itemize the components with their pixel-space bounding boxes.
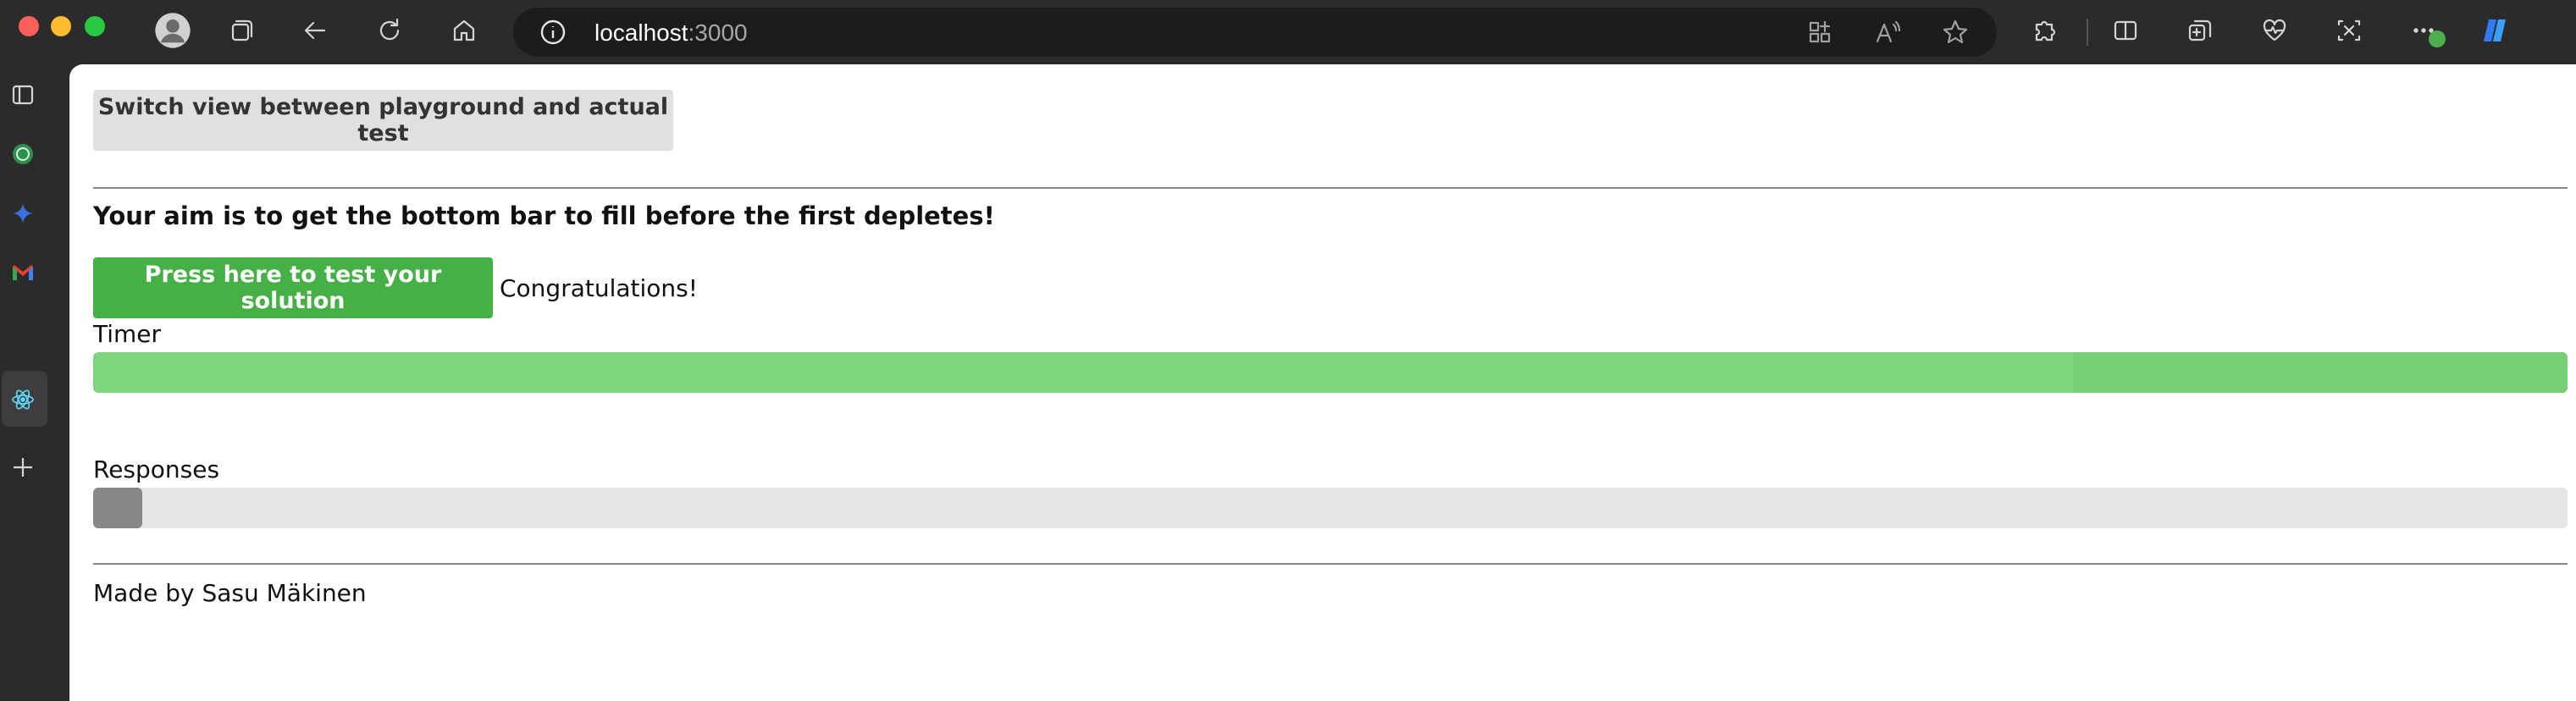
gmail-icon[interactable] (6, 256, 40, 290)
whatsapp-icon[interactable] (6, 137, 40, 171)
split-screen-icon[interactable] (2107, 12, 2144, 49)
timer-label: Timer (93, 320, 162, 348)
collections-icon[interactable] (2181, 12, 2219, 49)
home-icon[interactable] (445, 12, 483, 49)
add-icon[interactable] (6, 450, 40, 484)
browser-toolbar: localhost:3000 (0, 0, 2576, 64)
heartbeat-icon[interactable] (2256, 12, 2293, 49)
status-message: Congratulations! (500, 274, 698, 302)
puzzle-icon[interactable] (2026, 12, 2063, 49)
responses-label: Responses (93, 455, 220, 483)
responses-progress-bar (93, 488, 2568, 528)
react-icon[interactable] (6, 383, 40, 417)
maximize-window-button[interactable] (85, 16, 105, 36)
timer-progress-fill (93, 352, 2568, 393)
minimize-window-button[interactable] (51, 16, 71, 36)
star-icon[interactable] (1941, 18, 1971, 48)
page-viewport: Switch view between playground and actua… (69, 64, 2576, 701)
screenshot-icon[interactable] (2330, 12, 2368, 49)
footer-credit: Made by Sasu Mäkinen (93, 579, 367, 607)
switch-view-button[interactable]: Switch view between playground and actua… (93, 90, 673, 151)
timer-progress-bar (93, 352, 2568, 393)
test-solution-button[interactable]: Press here to test your solution (93, 257, 493, 318)
copilot-icon[interactable] (2476, 12, 2513, 49)
url-host: localhost (594, 19, 688, 46)
url-text[interactable]: localhost:3000 (594, 19, 748, 47)
update-badge-icon (2429, 30, 2446, 47)
aim-heading: Your aim is to get the bottom bar to fil… (93, 201, 995, 230)
divider (93, 187, 2568, 189)
url-port: :3000 (688, 19, 748, 46)
tab-actions-icon[interactable] (6, 78, 40, 112)
apps-icon[interactable] (1805, 18, 1836, 48)
refresh-icon[interactable] (371, 12, 408, 49)
sparkle-icon[interactable] (6, 196, 40, 230)
toolbar-separator (2087, 19, 2088, 46)
profile-avatar-icon[interactable] (154, 12, 191, 49)
divider (93, 563, 2568, 565)
close-window-button[interactable] (19, 16, 39, 36)
workspaces-icon[interactable] (222, 12, 259, 49)
back-arrow-icon[interactable] (296, 12, 334, 49)
address-bar[interactable]: localhost:3000 (513, 8, 1997, 57)
browser-sidebar (0, 64, 69, 701)
timer-progress-shade (2073, 352, 2568, 393)
info-icon[interactable] (539, 18, 567, 47)
read-aloud-icon[interactable] (1873, 18, 1904, 48)
responses-progress-fill (93, 488, 142, 528)
